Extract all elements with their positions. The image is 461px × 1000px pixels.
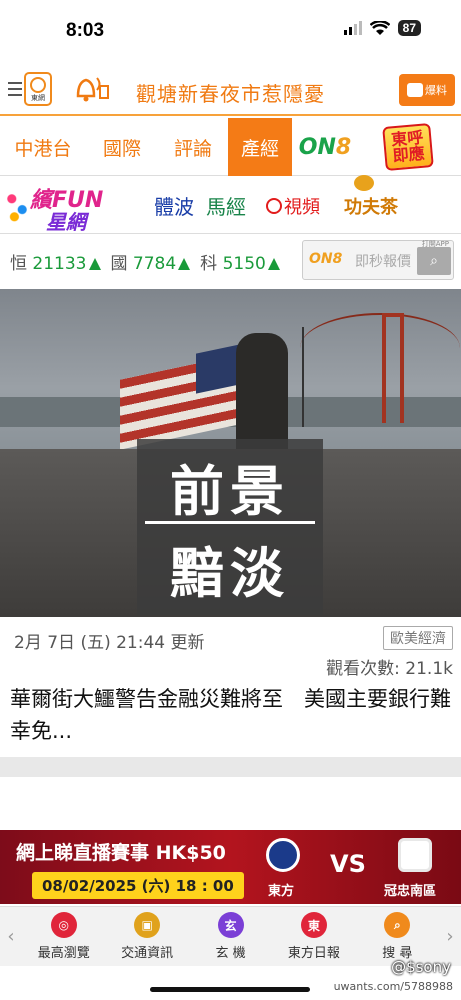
index-hscei[interactable]: 國 7784 — [111, 249, 191, 274]
oncc-logo[interactable]: 東網 — [24, 72, 52, 106]
home-indicator[interactable] — [150, 987, 310, 992]
article-date: 2月 7日 (五) 21:44 更新 — [14, 633, 205, 653]
watermark-site: uwants.com/5788988 — [333, 980, 453, 993]
index-hstech[interactable]: 科 5150 — [200, 249, 280, 274]
banner-title: 網上睇直播賽事 HK$50 — [16, 842, 226, 864]
away-team-name: 冠忠南區 — [384, 884, 437, 899]
on8-logo[interactable]: ON8 — [292, 118, 358, 176]
on8-small-logo: ON8 — [309, 251, 343, 267]
sports-channel[interactable]: 體波 — [154, 191, 194, 220]
report-button[interactable]: 爆料 — [399, 74, 455, 106]
up-arrow-icon — [178, 257, 191, 270]
video-channel[interactable]: 視頻 — [266, 193, 320, 219]
app-header: 東網 觀塘新春夜市惹隱憂 爆料 — [0, 66, 461, 116]
search-icon[interactable]: ⌕ — [417, 247, 451, 275]
home-team-crest-icon — [266, 838, 300, 872]
chat-icon — [407, 83, 423, 97]
section-divider — [0, 757, 461, 777]
play-icon — [266, 197, 282, 214]
tab-china-hk-taiwan[interactable]: 中港台 — [0, 118, 86, 176]
scroll-left-icon[interactable]: ‹ — [0, 907, 22, 966]
hero-caption-line1: 前景 — [170, 460, 290, 523]
home-team-name: 東方 — [268, 884, 295, 899]
menu-icon[interactable] — [8, 82, 22, 100]
channel-row: 繽FUN 星網 體波 馬經 視頻 功夫茶 — [0, 174, 461, 234]
live-match-banner-ad[interactable]: 網上睇直播賽事 HK$50 08/02/2025 (六) 18 : 00 東方 … — [0, 830, 461, 904]
versus-label: VS — [330, 850, 366, 878]
up-arrow-icon — [267, 257, 280, 270]
tab-commentary[interactable]: 評論 — [158, 118, 228, 176]
tab-mystic[interactable]: 玄 玄 機 — [189, 907, 272, 966]
watermark-handle: @$sony — [391, 958, 451, 976]
dongfu-instant-response-logo[interactable]: 東呼 即應 — [358, 118, 458, 176]
quote-search-placeholder: 即秒報價 — [355, 254, 411, 270]
breaking-news-bell-icon — [76, 77, 109, 102]
section-nav: 中港台 國際 評論 產經 ON8 東呼 即應 — [0, 118, 461, 176]
hero-caption-overlay: 前景 黯淡 — [137, 439, 323, 615]
oriental-daily-icon: 東 — [300, 912, 327, 938]
target-icon: ◎ — [50, 912, 77, 938]
tab-finance[interactable]: 產經 — [228, 118, 292, 176]
market-index-row: 恒 21133 國 7784 科 5150 ON8 即秒報價 打開APP ⌕ — [0, 236, 461, 286]
quote-search-box[interactable]: ON8 即秒報價 打開APP ⌕ — [302, 240, 454, 280]
tab-oriental-daily[interactable]: 東 東方日報 — [272, 907, 355, 966]
article-meta: 2月 7日 (五) 21:44 更新 歐美經濟 — [0, 620, 461, 653]
hero-image[interactable]: 前景 黯淡 — [0, 289, 461, 617]
hero-caption-line2: 黯淡 — [170, 542, 290, 605]
fun-star-net-logo[interactable]: 繽FUN 星網 — [2, 179, 142, 234]
up-arrow-icon — [88, 257, 101, 270]
tab-traffic-info[interactable]: ▣ 交通資訊 — [105, 907, 188, 966]
car-icon: ▣ — [134, 912, 161, 938]
wifi-icon — [369, 20, 390, 35]
battery-icon: 87 — [397, 20, 421, 36]
cellular-signal-icon — [343, 21, 362, 35]
article-headline[interactable]: 華爾街大鱷警告金融災難將至 美國主要銀行難幸免... — [10, 683, 455, 747]
horse-racing-channel[interactable]: 馬經 — [206, 191, 246, 220]
away-team-crest-icon — [398, 838, 432, 872]
golden-gate-tower — [382, 313, 404, 423]
tab-international[interactable]: 國際 — [86, 118, 158, 176]
confetti-icon — [4, 187, 30, 224]
index-hsi[interactable]: 恒 21133 — [10, 249, 101, 274]
banner-datetime: 08/02/2025 (六) 18 : 00 — [32, 872, 244, 899]
lamp-post — [302, 327, 304, 427]
status-bar: 8:03 87 — [0, 0, 461, 62]
status-time: 8:03 — [66, 20, 105, 41]
bridge-cable — [300, 313, 460, 383]
search-icon: ⌕ — [384, 912, 411, 938]
tab-most-viewed[interactable]: ◎ 最高瀏覽 — [22, 907, 105, 966]
status-icons: 87 — [343, 20, 421, 36]
mystic-icon: 玄 — [217, 912, 244, 938]
breaking-news-ticker[interactable]: 觀塘新春夜市惹隱憂 — [136, 78, 325, 107]
category-tag[interactable]: 歐美經濟 — [383, 626, 453, 650]
hero-caption-divider — [145, 521, 315, 524]
kungfu-tea-channel[interactable]: 功夫茶 — [344, 174, 398, 219]
bottom-tab-bar: ‹ ◎ 最高瀏覽 ▣ 交通資訊 玄 玄 機 東 東方日報 ⌕ 搜 尋 › — [0, 906, 461, 966]
view-count: 觀看次數: 21.1k — [326, 659, 453, 679]
